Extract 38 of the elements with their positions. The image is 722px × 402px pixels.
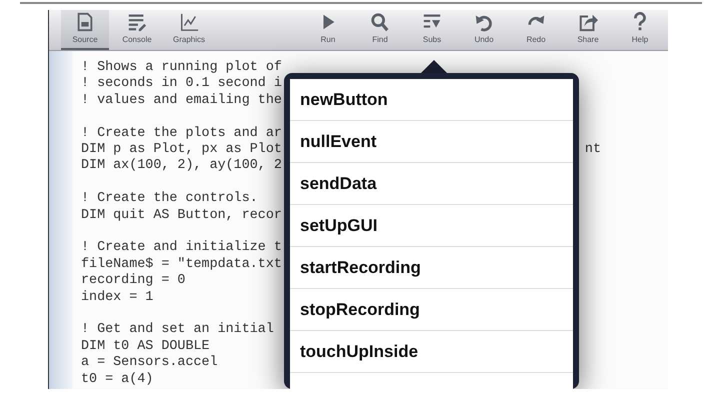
- code-line: ! seconds in 0.1 second i: [81, 76, 282, 93]
- code-line: ! values and emailing the: [81, 92, 282, 110]
- code-line: nt: [584, 142, 601, 158]
- code-line: DIM t0 AS DOUBLE: [81, 338, 210, 355]
- code-line: recording = 0: [81, 273, 186, 290]
- code-line: a = Sensors.accel: [81, 355, 218, 372]
- list-pencil-icon: [126, 12, 148, 32]
- toolbar-button[interactable]: Subs: [408, 10, 456, 50]
- code-line: DIM quit AS Button, recor: [81, 208, 282, 224]
- sub-list-item[interactable]: startRecording: [290, 247, 573, 289]
- code-line: ! Get and set an initial: [81, 322, 274, 339]
- share-icon: [577, 12, 599, 32]
- toolbar-button[interactable]: Undo: [460, 10, 508, 50]
- toolbar-tab[interactable]: Console: [113, 10, 161, 50]
- sub-list-item[interactable]: stopRecording: [290, 289, 573, 331]
- sub-list-item[interactable]: newButton: [290, 79, 573, 121]
- sub-list-item[interactable]: nullEvent: [290, 121, 573, 163]
- toolbar-button[interactable]: Share: [564, 10, 612, 50]
- code-line: DIM p as Plot, px as Plot: [81, 142, 282, 158]
- code-line: ! Create and initialize t: [81, 240, 282, 257]
- toolbar-button[interactable]: Run: [304, 10, 352, 50]
- sub-list-item[interactable]: setUpGUI: [290, 205, 573, 247]
- code-line: DIM ax(100, 2), ay(100, 2: [81, 158, 282, 175]
- code-line: index = 1: [81, 290, 154, 306]
- code-line: ! Create the plots and ar: [81, 126, 282, 142]
- toolbar-button[interactable]: Redo: [512, 10, 560, 50]
- code-line: ! Create the controls.: [81, 191, 258, 208]
- toolbar-tab[interactable]: Source: [61, 10, 109, 50]
- line-chart-icon: [178, 12, 200, 32]
- code-line: ! Shows a running plot of: [81, 60, 282, 76]
- toolbar-button[interactable]: Find: [356, 10, 404, 50]
- sub-list-item[interactable]: sendData: [290, 163, 573, 205]
- search-icon: [369, 12, 391, 32]
- toolbar-button[interactable]: Help: [616, 10, 664, 50]
- sub-list-item[interactable]: touchUpInside: [290, 331, 573, 373]
- toolbar-tab[interactable]: Graphics: [165, 10, 213, 50]
- code-line: fileName$ = "tempdata.txt: [81, 256, 282, 273]
- code-line: t0 = a(4): [81, 372, 154, 388]
